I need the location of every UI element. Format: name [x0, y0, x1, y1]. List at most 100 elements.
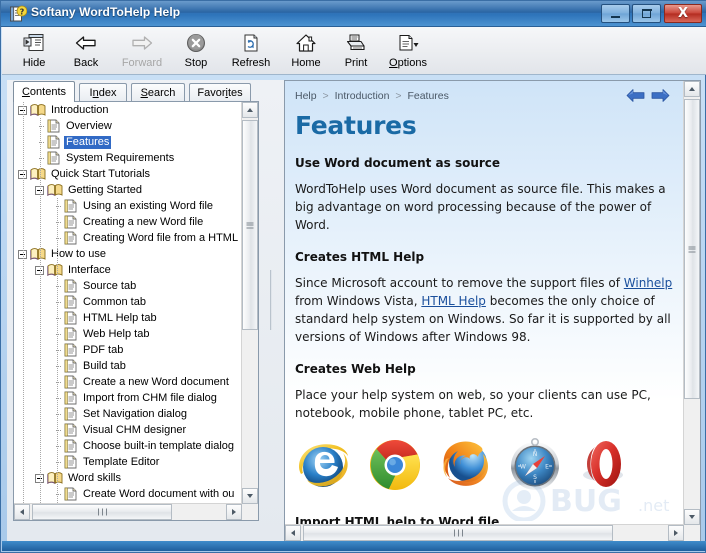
toolbar-button-refresh[interactable]: Refresh: [224, 29, 278, 73]
tree-item-common-tab[interactable]: Common tab: [14, 294, 242, 310]
section-heading-1: Use Word document as source: [295, 156, 674, 170]
toolbar-label-forward: Forward: [122, 57, 162, 69]
tree-item-features[interactable]: Features: [14, 134, 242, 150]
toolbar-button-print[interactable]: Print: [334, 29, 378, 73]
content-scroll-thumb[interactable]: [684, 99, 700, 399]
tree-item-creating-a-new-word-file[interactable]: Creating a new Word file: [14, 214, 242, 230]
maximize-icon: [642, 10, 651, 18]
close-button[interactable]: X: [664, 4, 702, 23]
content-vertical-scrollbar[interactable]: [683, 81, 700, 525]
arrow-right-blue-icon[interactable]: [651, 88, 670, 108]
content-scroll-left-button[interactable]: [285, 525, 301, 541]
tree-item-import-from-chm-file-dialog[interactable]: Import from CHM file dialog: [14, 390, 242, 406]
tree-item-build-tab[interactable]: Build tab: [14, 358, 242, 374]
open-book-icon: [30, 167, 46, 181]
tree-item-create-word-document-with-ou[interactable]: Create Word document with ou: [14, 486, 242, 502]
tree-item-creating-word-file-from-a-html[interactable]: Creating Word file from a HTML: [14, 230, 242, 246]
tree-item-label: Create Word document with ou: [81, 488, 236, 501]
document-page-icon: [64, 311, 77, 325]
tree-item-using-an-existing-word-file[interactable]: Using an existing Word file: [14, 198, 242, 214]
text-run: from Windows Vista,: [295, 294, 421, 308]
tree-item-set-navigation-dialog[interactable]: Set Navigation dialog: [14, 406, 242, 422]
tree-item-system-requirements[interactable]: System Requirements: [14, 150, 242, 166]
window-title: Softany WordToHelp Help: [31, 5, 180, 19]
toolbar: Hide Back Forward: [2, 27, 706, 75]
options-accel: O: [389, 57, 398, 69]
content-scroll-right-button[interactable]: [668, 525, 684, 541]
tree-item-word-skills[interactable]: Word skills: [14, 470, 242, 486]
tab-index[interactable]: Index: [79, 83, 127, 102]
content-scroll-down-button[interactable]: [684, 509, 700, 525]
tree-scroll-thumb[interactable]: [242, 120, 258, 330]
breadcrumb-item-introduction[interactable]: Introduction: [335, 90, 390, 102]
open-book-icon: [30, 103, 46, 117]
tree-item-how-to-use[interactable]: How to use: [14, 246, 242, 262]
chevron-right-icon: [232, 509, 236, 515]
pane-splitter[interactable]: [265, 80, 285, 542]
maximize-button[interactable]: [632, 4, 661, 23]
tree-item-label: Create a new Word document: [81, 376, 231, 389]
document-page-icon: [64, 215, 77, 229]
toolbar-button-home[interactable]: Home: [284, 29, 328, 73]
tree-scroll-up-button[interactable]: [242, 102, 258, 118]
toolbar-label-print: Print: [345, 57, 368, 69]
tree-item-introduction[interactable]: Introduction: [14, 102, 242, 118]
tab-contents[interactable]: Contents: [13, 81, 75, 102]
link-html-help[interactable]: HTML Help: [421, 294, 486, 308]
tree-item-getting-started[interactable]: Getting Started: [14, 182, 242, 198]
svg-text:E: E: [545, 464, 549, 471]
stop-circle-x-icon: [182, 31, 210, 55]
toolbar-label-back: Back: [74, 57, 98, 69]
tree-item-html-help-tab[interactable]: HTML Help tab: [14, 310, 242, 326]
browser-logos-row: N S W E: [295, 436, 674, 499]
svg-text:S: S: [533, 474, 537, 481]
section-heading-2: Creates HTML Help: [295, 250, 674, 264]
toolbar-button-forward[interactable]: Forward: [116, 29, 168, 73]
content-hscroll-thumb[interactable]: [303, 525, 613, 541]
tree-vertical-scrollbar[interactable]: [241, 102, 258, 504]
svg-text:W: W: [520, 464, 526, 471]
tree-item-visual-chm-designer[interactable]: Visual CHM designer: [14, 422, 242, 438]
breadcrumb-separator: >: [395, 90, 401, 102]
tab-search[interactable]: Search: [131, 83, 185, 102]
svg-text:N: N: [533, 451, 538, 458]
tree-item-create-a-new-word-document[interactable]: Create a new Word document: [14, 374, 242, 390]
tree-horizontal-scrollbar[interactable]: [14, 503, 242, 520]
minimize-button[interactable]: [601, 4, 630, 23]
tree-scroll-left-button[interactable]: [14, 504, 30, 520]
google-chrome-icon: [367, 437, 423, 498]
scroll-grip: [689, 245, 696, 254]
tree-item-web-help-tab[interactable]: Web Help tab: [14, 326, 242, 342]
breadcrumb-item-help[interactable]: Help: [295, 90, 317, 102]
content-horizontal-scrollbar[interactable]: [285, 524, 684, 541]
toolbar-button-options[interactable]: Options: [380, 29, 436, 73]
tree-guide-line: [40, 118, 41, 504]
tree-hscroll-thumb[interactable]: [32, 504, 172, 520]
arrow-left-blue-icon[interactable]: [626, 88, 645, 108]
tree-item-label: Import from CHM file dialog: [81, 392, 219, 405]
tree-item-template-editor[interactable]: Template Editor: [14, 454, 242, 470]
tree-item-source-tab[interactable]: Source tab: [14, 278, 242, 294]
tree-item-label: Set Navigation dialog: [81, 408, 189, 421]
tab-favorites[interactable]: Favorites: [189, 83, 251, 102]
content-scroll-up-button[interactable]: [684, 81, 700, 97]
tree-item-quick-start-tutorials[interactable]: Quick Start Tutorials: [14, 166, 242, 182]
chevron-down-icon: [247, 494, 253, 498]
tree-scroll-down-button[interactable]: [242, 488, 258, 504]
tree-item-choose-built-in-template-dialog[interactable]: Choose built-in template dialog: [14, 438, 242, 454]
tree-item-label: Quick Start Tutorials: [49, 168, 152, 181]
tree-item-pdf-tab[interactable]: PDF tab: [14, 342, 242, 358]
toolbar-button-back[interactable]: Back: [64, 29, 108, 73]
link-winhelp[interactable]: Winhelp: [624, 276, 672, 290]
tree-item-label: Visual CHM designer: [81, 424, 188, 437]
toolbar-button-hide[interactable]: Hide: [12, 29, 56, 73]
toolbar-button-stop[interactable]: Stop: [174, 29, 218, 73]
breadcrumb-item-features[interactable]: Features: [407, 90, 448, 102]
splitter-grip: [269, 270, 273, 330]
tree-scroll-right-button[interactable]: [226, 504, 242, 520]
content-pane: Help > Introduction > Features: [284, 80, 701, 542]
chevron-down-icon: [689, 515, 695, 519]
tree-item-overview[interactable]: Overview: [14, 118, 242, 134]
contents-tree[interactable]: IntroductionOverviewFeaturesSystem Requi…: [13, 101, 259, 521]
tree-item-interface[interactable]: Interface: [14, 262, 242, 278]
